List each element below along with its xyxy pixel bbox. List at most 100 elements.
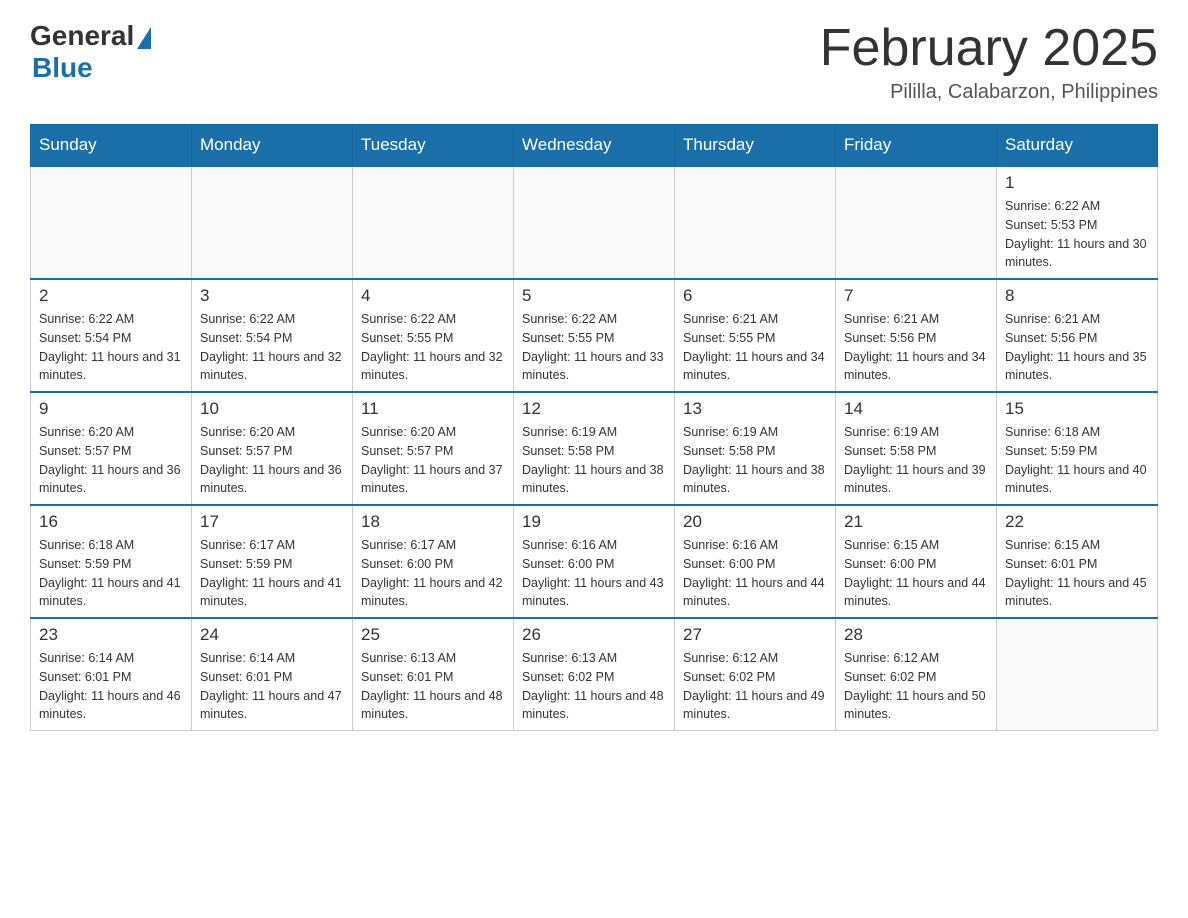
calendar-cell: 5 Sunrise: 6:22 AM Sunset: 5:55 PM Daylig… — [514, 279, 675, 392]
day-number: 3 — [200, 286, 344, 306]
day-info: Sunrise: 6:12 AM Sunset: 6:02 PM Dayligh… — [683, 649, 827, 724]
calendar-cell: 19Sunrise: 6:16 AM Sunset: 6:00 PM Dayli… — [514, 505, 675, 618]
calendar-cell: 13 Sunrise: 6:19 AM Sunset: 5:58 PM Dayli… — [675, 392, 836, 505]
calendar-cell: 22 Sunrise: 6:15 AM Sunset: 6:01 PM Dayli… — [997, 505, 1158, 618]
day-number: 9 — [39, 399, 183, 419]
day-info: Sunrise: 6:20 AM Sunset: 5:57 PM Dayligh… — [361, 423, 505, 498]
day-number: 12 — [522, 399, 666, 419]
day-number: 4 — [361, 286, 505, 306]
week-row-5: 23 Sunrise: 6:14 AM Sunset: 6:01 PM Dayli… — [31, 618, 1158, 731]
calendar-cell: 21 Sunrise: 6:15 AM Sunset: 6:00 PM Dayli… — [836, 505, 997, 618]
day-info: Sunrise: 6:15 AM Sunset: 6:00 PM Dayligh… — [844, 536, 988, 611]
day-number: 24 — [200, 625, 344, 645]
calendar-cell: 4 Sunrise: 6:22 AM Sunset: 5:55 PM Daylig… — [353, 279, 514, 392]
day-info: Sunrise: 6:22 AM Sunset: 5:55 PM Dayligh… — [361, 310, 505, 385]
logo-triangle-icon — [137, 27, 151, 49]
calendar-cell: 15 Sunrise: 6:18 AM Sunset: 5:59 PM Dayli… — [997, 392, 1158, 505]
day-info: Sunrise: 6:12 AM Sunset: 6:02 PM Dayligh… — [844, 649, 988, 724]
calendar-cell: 6 Sunrise: 6:21 AM Sunset: 5:55 PM Daylig… — [675, 279, 836, 392]
weekday-header-monday: Monday — [192, 125, 353, 167]
day-number: 25 — [361, 625, 505, 645]
day-info: Sunrise: 6:20 AM Sunset: 5:57 PM Dayligh… — [39, 423, 183, 498]
day-info: Sunrise: 6:14 AM Sunset: 6:01 PM Dayligh… — [39, 649, 183, 724]
logo-blue-text: Blue — [32, 52, 93, 84]
day-info: Sunrise: 6:21 AM Sunset: 5:55 PM Dayligh… — [683, 310, 827, 385]
day-info: Sunrise: 6:17 AM Sunset: 6:00 PM Dayligh… — [361, 536, 505, 611]
logo: General Blue — [30, 20, 151, 84]
calendar-cell: 11 Sunrise: 6:20 AM Sunset: 5:57 PM Dayli… — [353, 392, 514, 505]
day-number: 13 — [683, 399, 827, 419]
calendar-cell: 24 Sunrise: 6:14 AM Sunset: 6:01 PM Dayli… — [192, 618, 353, 731]
day-info: Sunrise: 6:14 AM Sunset: 6:01 PM Dayligh… — [200, 649, 344, 724]
calendar-cell — [836, 166, 997, 279]
day-number: 10 — [200, 399, 344, 419]
day-number: 18 — [361, 512, 505, 532]
weekday-header-tuesday: Tuesday — [353, 125, 514, 167]
day-info: Sunrise: 6:16 AM Sunset: 6:00 PM Dayligh… — [522, 536, 666, 611]
day-info: Sunrise: 6:15 AM Sunset: 6:01 PM Dayligh… — [1005, 536, 1149, 611]
calendar-cell: 27 Sunrise: 6:12 AM Sunset: 6:02 PM Dayli… — [675, 618, 836, 731]
calendar-cell: 25 Sunrise: 6:13 AM Sunset: 6:01 PM Dayli… — [353, 618, 514, 731]
day-info: Sunrise: 6:22 AM Sunset: 5:54 PM Dayligh… — [39, 310, 183, 385]
calendar-cell: 26 Sunrise: 6:13 AM Sunset: 6:02 PM Dayli… — [514, 618, 675, 731]
day-info: Sunrise: 6:16 AM Sunset: 6:00 PM Dayligh… — [683, 536, 827, 611]
calendar-cell — [675, 166, 836, 279]
day-info: Sunrise: 6:13 AM Sunset: 6:02 PM Dayligh… — [522, 649, 666, 724]
day-info: Sunrise: 6:19 AM Sunset: 5:58 PM Dayligh… — [844, 423, 988, 498]
day-number: 20 — [683, 512, 827, 532]
calendar-cell: 9 Sunrise: 6:20 AM Sunset: 5:57 PM Daylig… — [31, 392, 192, 505]
day-number: 8 — [1005, 286, 1149, 306]
week-row-1: 1Sunrise: 6:22 AM Sunset: 5:53 PM Daylig… — [31, 166, 1158, 279]
weekday-header-friday: Friday — [836, 125, 997, 167]
day-number: 1 — [1005, 173, 1149, 193]
day-number: 22 — [1005, 512, 1149, 532]
calendar-cell: 3 Sunrise: 6:22 AM Sunset: 5:54 PM Daylig… — [192, 279, 353, 392]
day-info: Sunrise: 6:22 AM Sunset: 5:54 PM Dayligh… — [200, 310, 344, 385]
weekday-header-saturday: Saturday — [997, 125, 1158, 167]
day-number: 23 — [39, 625, 183, 645]
page-header: General Blue February 2025 Pililla, Cala… — [30, 20, 1158, 104]
day-info: Sunrise: 6:17 AM Sunset: 5:59 PM Dayligh… — [200, 536, 344, 611]
day-info: Sunrise: 6:21 AM Sunset: 5:56 PM Dayligh… — [1005, 310, 1149, 385]
day-number: 21 — [844, 512, 988, 532]
day-info: Sunrise: 6:19 AM Sunset: 5:58 PM Dayligh… — [522, 423, 666, 498]
calendar-cell: 17Sunrise: 6:17 AM Sunset: 5:59 PM Dayli… — [192, 505, 353, 618]
calendar-cell: 2 Sunrise: 6:22 AM Sunset: 5:54 PM Daylig… — [31, 279, 192, 392]
calendar-cell: 14Sunrise: 6:19 AM Sunset: 5:58 PM Dayli… — [836, 392, 997, 505]
day-info: Sunrise: 6:13 AM Sunset: 6:01 PM Dayligh… — [361, 649, 505, 724]
calendar-cell: 23 Sunrise: 6:14 AM Sunset: 6:01 PM Dayli… — [31, 618, 192, 731]
day-info: Sunrise: 6:22 AM Sunset: 5:55 PM Dayligh… — [522, 310, 666, 385]
day-number: 5 — [522, 286, 666, 306]
title-section: February 2025 Pililla, Calabarzon, Phili… — [820, 20, 1158, 104]
day-number: 27 — [683, 625, 827, 645]
day-number: 26 — [522, 625, 666, 645]
day-number: 16 — [39, 512, 183, 532]
calendar-header-row: SundayMondayTuesdayWednesdayThursdayFrid… — [31, 125, 1158, 167]
weekday-header-sunday: Sunday — [31, 125, 192, 167]
calendar-table: SundayMondayTuesdayWednesdayThursdayFrid… — [30, 124, 1158, 731]
day-number: 15 — [1005, 399, 1149, 419]
calendar-cell — [192, 166, 353, 279]
weekday-header-thursday: Thursday — [675, 125, 836, 167]
day-info: Sunrise: 6:18 AM Sunset: 5:59 PM Dayligh… — [1005, 423, 1149, 498]
calendar-cell — [514, 166, 675, 279]
day-number: 11 — [361, 399, 505, 419]
calendar-cell — [353, 166, 514, 279]
calendar-cell: 12 Sunrise: 6:19 AM Sunset: 5:58 PM Dayli… — [514, 392, 675, 505]
calendar-cell: 16Sunrise: 6:18 AM Sunset: 5:59 PM Dayli… — [31, 505, 192, 618]
day-info: Sunrise: 6:19 AM Sunset: 5:58 PM Dayligh… — [683, 423, 827, 498]
week-row-4: 16Sunrise: 6:18 AM Sunset: 5:59 PM Dayli… — [31, 505, 1158, 618]
day-number: 6 — [683, 286, 827, 306]
day-number: 2 — [39, 286, 183, 306]
calendar-cell: 20 Sunrise: 6:16 AM Sunset: 6:00 PM Dayli… — [675, 505, 836, 618]
calendar-cell: 28 Sunrise: 6:12 AM Sunset: 6:02 PM Dayli… — [836, 618, 997, 731]
location-text: Pililla, Calabarzon, Philippines — [820, 81, 1158, 104]
week-row-3: 9 Sunrise: 6:20 AM Sunset: 5:57 PM Daylig… — [31, 392, 1158, 505]
day-number: 7 — [844, 286, 988, 306]
calendar-cell: 18 Sunrise: 6:17 AM Sunset: 6:00 PM Dayli… — [353, 505, 514, 618]
day-number: 28 — [844, 625, 988, 645]
weekday-header-wednesday: Wednesday — [514, 125, 675, 167]
calendar-cell: 8 Sunrise: 6:21 AM Sunset: 5:56 PM Daylig… — [997, 279, 1158, 392]
day-info: Sunrise: 6:21 AM Sunset: 5:56 PM Dayligh… — [844, 310, 988, 385]
calendar-cell — [31, 166, 192, 279]
